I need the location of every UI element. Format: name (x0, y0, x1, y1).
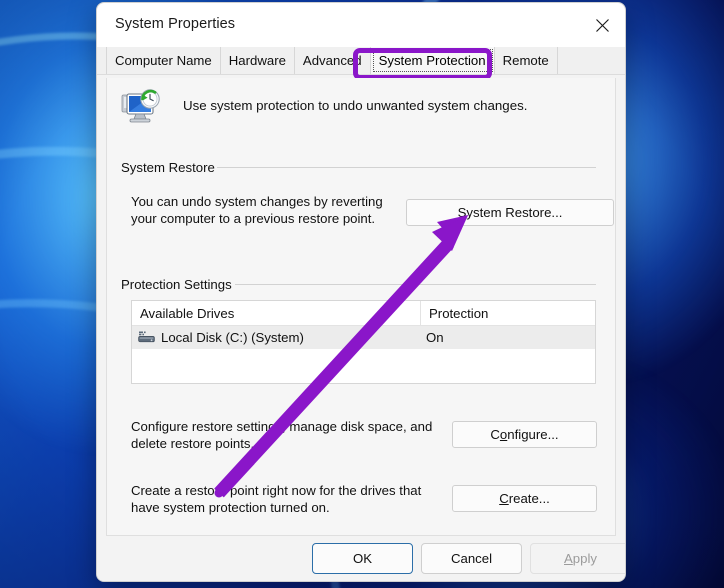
system-restore-button-label: System Restore... (457, 205, 563, 220)
page-title: System Properties (115, 16, 236, 32)
group-divider-system-restore (217, 167, 596, 168)
create-button[interactable]: Create... (452, 485, 597, 512)
hard-drive-icon (138, 331, 155, 342)
apply-button[interactable]: Apply (530, 543, 625, 574)
title-bar: System Properties (97, 3, 625, 47)
column-header-available-drives[interactable]: Available Drives (132, 301, 421, 325)
cancel-button[interactable]: Cancel (421, 543, 522, 574)
column-header-protection[interactable]: Protection (421, 301, 595, 325)
group-divider-protection-settings (235, 284, 596, 285)
dialog-footer: OK Cancel Apply (97, 536, 625, 581)
tab-remote[interactable]: Remote (495, 47, 558, 74)
tab-strip: Computer Name Hardware Advanced System P… (97, 47, 625, 80)
drives-list-header: Available Drives Protection (132, 301, 595, 326)
group-label-protection-settings: Protection Settings (121, 277, 239, 292)
group-label-system-restore: System Restore (121, 160, 222, 175)
tab-advanced[interactable]: Advanced (295, 47, 371, 74)
tab-hardware[interactable]: Hardware (221, 47, 295, 74)
drive-name: Local Disk (C:) (System) (161, 330, 304, 345)
configure-description: Configure restore settings, manage disk … (131, 419, 433, 451)
close-button[interactable] (579, 3, 625, 47)
configure-button-label: Configure... (490, 427, 559, 442)
apply-button-label: Apply (564, 551, 597, 566)
system-protection-panel: Use system protection to undo unwanted s… (106, 78, 616, 536)
tab-computer-name[interactable]: Computer Name (106, 47, 221, 74)
panel-header-row: Use system protection to undo unwanted s… (119, 86, 599, 134)
drive-protection-status: On (426, 330, 444, 345)
configure-button[interactable]: Configure... (452, 421, 597, 448)
ok-button[interactable]: OK (312, 543, 413, 574)
system-properties-dialog: System Properties Computer Name Hardware… (96, 2, 626, 582)
create-button-label: Create... (499, 491, 550, 506)
drive-cell: Local Disk (C:) (System) (132, 330, 418, 345)
close-icon (595, 18, 609, 32)
create-description: Create a restore point right now for the… (131, 483, 422, 515)
tab-system-protection[interactable]: System Protection (370, 47, 495, 74)
table-row[interactable]: Local Disk (C:) (System) On (132, 326, 595, 349)
system-restore-icon (121, 89, 160, 123)
system-restore-description: You can undo system changes by reverting… (131, 194, 383, 226)
panel-header-text: Use system protection to undo unwanted s… (183, 98, 528, 113)
drives-listbox[interactable]: Available Drives Protection Local Disk (… (131, 300, 596, 384)
system-restore-button[interactable]: System Restore... (406, 199, 614, 226)
